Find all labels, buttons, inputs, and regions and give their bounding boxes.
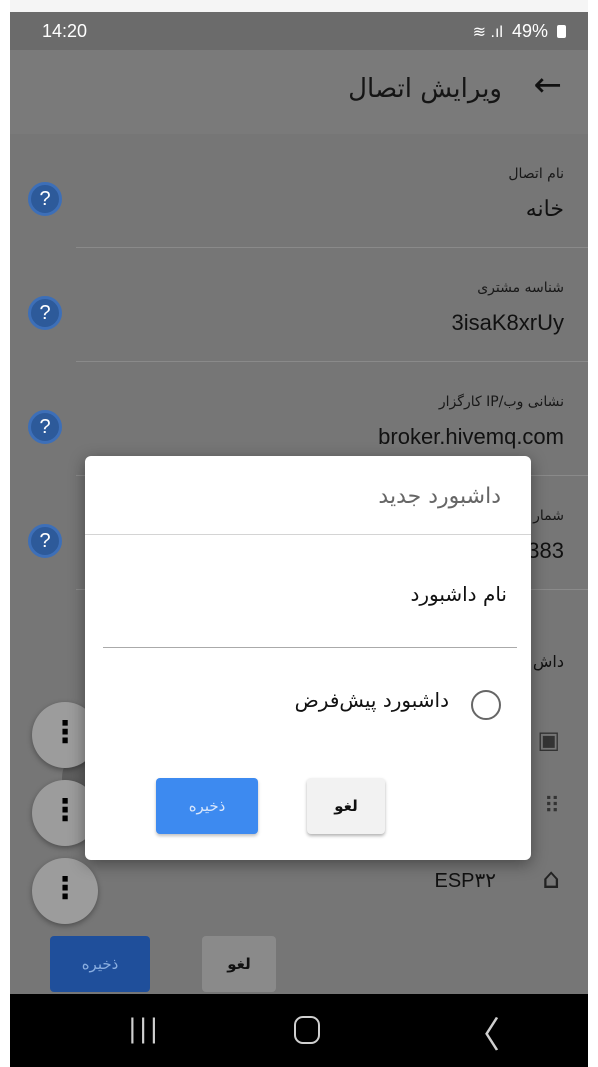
help-icon[interactable]: ?: [28, 182, 62, 216]
field-label: نشانی وب/IP کارگزار: [438, 394, 564, 410]
divider: [85, 534, 531, 535]
system-nav-bar: ||| 〈: [10, 994, 588, 1067]
dialog-save-button[interactable]: ذخیره: [156, 778, 258, 834]
app-screen: 14:20 ≋ .ıl 49% ویرایش اتصال ← نام اتصال…: [10, 0, 588, 1067]
page-title: ویرایش اتصال: [348, 74, 502, 104]
home-device-icon[interactable]: ⌂: [542, 862, 560, 895]
field-label: نام اتصال: [508, 166, 564, 182]
default-dashboard-label: داشبورد پیش‌فرض: [294, 688, 449, 712]
field-value: 3isaK8xrUy: [451, 310, 564, 335]
dashboard-name-value: نام داشبورد: [410, 582, 507, 606]
battery-icon: [557, 25, 566, 38]
field-value: خانه: [525, 196, 564, 221]
help-icon[interactable]: ?: [28, 296, 62, 330]
recent-apps-icon[interactable]: |||: [128, 1014, 160, 1044]
back-arrow-icon[interactable]: ←: [534, 68, 563, 102]
client-id-field[interactable]: شناسه مشتری 3isaK8xrUy: [76, 248, 588, 362]
new-dashboard-dialog: داشبورد جدید نام داشبورد داشبورد پیش‌فرض…: [85, 456, 531, 860]
status-time: 14:20: [42, 21, 88, 41]
battery-percent: 49%: [511, 21, 548, 41]
nav-back-icon[interactable]: 〈: [464, 1006, 500, 1058]
save-button[interactable]: ذخیره: [50, 936, 150, 992]
dashboard-name-input[interactable]: نام داشبورد: [103, 564, 517, 648]
keypad-icon[interactable]: ⠿: [544, 794, 560, 819]
field-label: شمار: [533, 508, 564, 524]
home-button-icon[interactable]: [294, 1016, 320, 1044]
more-options-button[interactable]: ⋮: [32, 858, 98, 924]
dashboards-section-title: داش: [532, 652, 564, 671]
field-value: broker.hivemq.com: [378, 424, 564, 449]
wifi-signal-icon: ≋ .ıl: [472, 24, 503, 41]
default-dashboard-option[interactable]: داشبورد پیش‌فرض: [211, 684, 511, 724]
field-label: شناسه مشتری: [477, 280, 564, 296]
help-icon[interactable]: ?: [28, 410, 62, 444]
dialog-cancel-button[interactable]: لغو: [307, 778, 385, 834]
status-bar: 14:20 ≋ .ıl 49%: [10, 12, 588, 50]
dialog-title: داشبورد جدید: [378, 484, 501, 509]
device-label: ESP۳۲: [434, 870, 496, 892]
dashboard-icon[interactable]: ▣: [537, 726, 560, 754]
app-bar: ویرایش اتصال ←: [10, 50, 588, 134]
help-icon[interactable]: ?: [28, 524, 62, 558]
status-indicators: ≋ .ıl 49%: [473, 21, 566, 42]
cancel-button[interactable]: لغو: [202, 936, 276, 992]
radio-button[interactable]: [471, 690, 501, 720]
connection-name-field[interactable]: نام اتصال خانه: [76, 134, 588, 248]
field-value: 383: [527, 538, 564, 563]
